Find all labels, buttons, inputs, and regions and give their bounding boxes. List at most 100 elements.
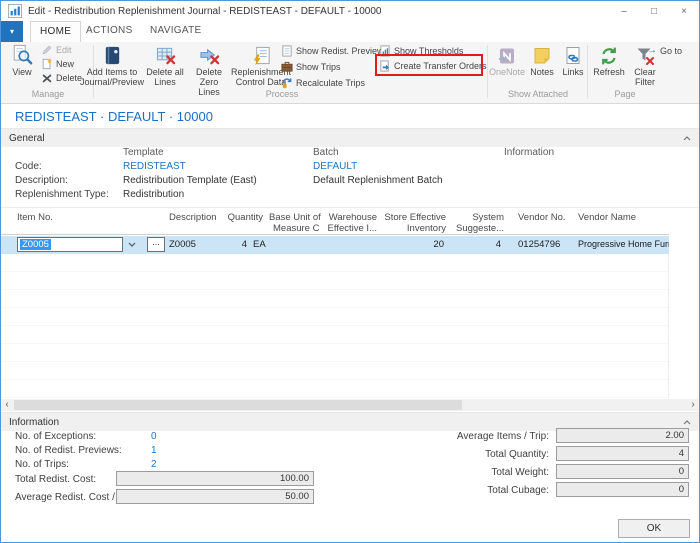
- page-title: REDISTEAST · DEFAULT · 10000: [15, 109, 213, 124]
- column-header-system-suggested[interactable]: System: [447, 212, 504, 223]
- replenishment-type-label: Replenishment Type:: [15, 189, 109, 200]
- item-no-dropdown-icon[interactable]: [128, 242, 136, 247]
- add-items-to-journal-button[interactable]: Add Items to Journal/Preview: [81, 43, 143, 87]
- show-trips-label: Show Trips: [296, 62, 341, 72]
- item-no-input[interactable]: Z0005: [17, 237, 123, 252]
- delete-x-icon: [41, 72, 53, 84]
- total-quantity-field[interactable]: 4: [556, 446, 689, 461]
- view-button[interactable]: View: [5, 43, 39, 77]
- titlebar: Edit - Redistribution Replenishment Jour…: [1, 1, 699, 21]
- app-menu-button[interactable]: ▾: [1, 21, 23, 42]
- column-header-quantity[interactable]: Quantity: [201, 212, 263, 223]
- item-no-selected-text: Z0005: [20, 239, 51, 250]
- refresh-button[interactable]: Refresh: [591, 43, 627, 77]
- cell-vendor-no: 01254796: [518, 239, 560, 250]
- column-header-vendor-no[interactable]: Vendor No.: [518, 212, 566, 223]
- batch-column-header: Batch: [313, 147, 339, 158]
- ok-button[interactable]: OK: [618, 519, 690, 538]
- cell-store-effective-inventory: 20: [378, 239, 444, 250]
- minimize-button[interactable]: –: [609, 1, 639, 21]
- notes-button[interactable]: Notes: [527, 43, 557, 77]
- total-weight-label: Total Weight:: [401, 467, 549, 478]
- average-redist-cost-field[interactable]: 50.00: [116, 489, 314, 504]
- replenishment-type-value: Redistribution: [123, 189, 184, 200]
- batch-description-value: Default Replenishment Batch: [313, 175, 443, 186]
- notes-sticky-icon: [532, 43, 552, 66]
- horizontal-scrollbar[interactable]: ‹ ›: [1, 399, 699, 411]
- tab-actions[interactable]: ACTIONS: [77, 21, 142, 42]
- column-header-system-suggested-2[interactable]: Suggeste...: [456, 223, 504, 234]
- no-of-redist-previews-link[interactable]: 1: [151, 445, 157, 456]
- table-row[interactable]: Z0005 ... Z0005 4 EA 20 4 01254796 Progr…: [1, 236, 669, 254]
- go-to-button[interactable]: → Go to: [647, 45, 682, 56]
- column-header-vendor-name[interactable]: Vendor Name: [578, 212, 636, 223]
- ribbon-separator: [487, 45, 488, 98]
- grid-empty-area: [1, 254, 669, 400]
- recalculate-icon: [281, 77, 293, 89]
- briefcase-icon: [281, 61, 293, 73]
- collapse-caret-icon: [683, 136, 691, 141]
- no-of-redist-previews-label: No. of Redist. Previews:: [15, 445, 122, 456]
- scroll-left-icon[interactable]: ‹: [1, 399, 13, 411]
- maximize-button[interactable]: □: [639, 1, 669, 21]
- cell-system-suggested: 4: [447, 239, 501, 250]
- column-header-warehouse-effective-2[interactable]: Effective I...: [319, 223, 377, 234]
- delete-button[interactable]: Delete: [41, 71, 82, 85]
- column-header-item-no[interactable]: Item No.: [17, 212, 53, 223]
- delete-all-lines-button[interactable]: Delete all Lines: [145, 43, 185, 87]
- journal-book-icon: [102, 43, 123, 66]
- tab-navigate[interactable]: NAVIGATE: [141, 21, 210, 42]
- general-section-label: General: [9, 133, 45, 144]
- code-label: Code:: [15, 161, 42, 172]
- preview-page-icon: [281, 45, 293, 57]
- no-of-exceptions-link[interactable]: 0: [151, 431, 157, 442]
- general-section-header[interactable]: General: [1, 128, 699, 147]
- new-label: New: [56, 59, 74, 69]
- window: Edit - Redistribution Replenishment Jour…: [0, 0, 700, 543]
- go-to-label: Go to: [660, 46, 682, 56]
- delete-all-lines-label: Delete all Lines: [145, 67, 185, 87]
- column-header-base-unit[interactable]: Base Unit of: [269, 212, 321, 223]
- column-header-store-effective[interactable]: Store Effective: [378, 212, 446, 223]
- no-of-trips-label: No. of Trips:: [15, 459, 69, 470]
- total-weight-field[interactable]: 0: [556, 464, 689, 479]
- app-menu-caret-icon: ▾: [10, 27, 14, 36]
- window-controls: – □ ×: [609, 1, 699, 21]
- information-section-label: Information: [9, 417, 59, 428]
- batch-code-link[interactable]: DEFAULT: [313, 161, 357, 172]
- links-button[interactable]: Links: [559, 43, 587, 77]
- template-code-link[interactable]: REDISTEAST: [123, 161, 186, 172]
- information-column-header: Information: [504, 147, 554, 158]
- total-cubage-label: Total Cubage:: [401, 485, 549, 496]
- edit-button: Edit: [41, 43, 72, 57]
- tab-home[interactable]: HOME: [30, 21, 81, 42]
- average-items-trip-label: Average Items / Trip:: [401, 431, 549, 442]
- column-header-base-unit-2[interactable]: Measure C: [273, 223, 319, 234]
- column-header-store-effective-2[interactable]: Inventory: [378, 223, 446, 234]
- group-label-show-attached: Show Attached: [489, 89, 587, 99]
- item-no-assist-edit-button[interactable]: ...: [147, 237, 165, 252]
- template-column-header: Template: [123, 147, 164, 158]
- new-document-icon: [41, 58, 53, 70]
- close-button[interactable]: ×: [669, 1, 699, 21]
- scrollbar-thumb[interactable]: [14, 400, 462, 410]
- clear-filter-label: Clear Filter: [629, 67, 661, 87]
- scroll-right-icon[interactable]: ›: [687, 399, 699, 411]
- notes-label: Notes: [530, 67, 554, 77]
- no-of-trips-link[interactable]: 2: [151, 459, 157, 470]
- new-button[interactable]: New: [41, 57, 74, 71]
- edit-pencil-icon: [41, 44, 53, 56]
- onenote-button: OneNote: [489, 43, 525, 77]
- column-header-warehouse-effective[interactable]: Warehouse: [319, 212, 377, 223]
- collapse-caret-icon: [683, 420, 691, 425]
- recalculate-trips-label: Recalculate Trips: [296, 78, 365, 88]
- add-items-label: Add Items to Journal/Preview: [80, 67, 144, 87]
- show-redist-preview-button[interactable]: Show Redist. Preview: [281, 44, 384, 58]
- show-trips-button[interactable]: Show Trips: [281, 60, 341, 74]
- group-label-page: Page: [589, 89, 661, 99]
- edit-label: Edit: [56, 45, 72, 55]
- total-cubage-field[interactable]: 0: [556, 482, 689, 497]
- average-items-trip-field[interactable]: 2.00: [556, 428, 689, 443]
- recalculate-trips-button[interactable]: Recalculate Trips: [281, 76, 365, 90]
- total-redist-cost-field[interactable]: 100.00: [116, 471, 314, 486]
